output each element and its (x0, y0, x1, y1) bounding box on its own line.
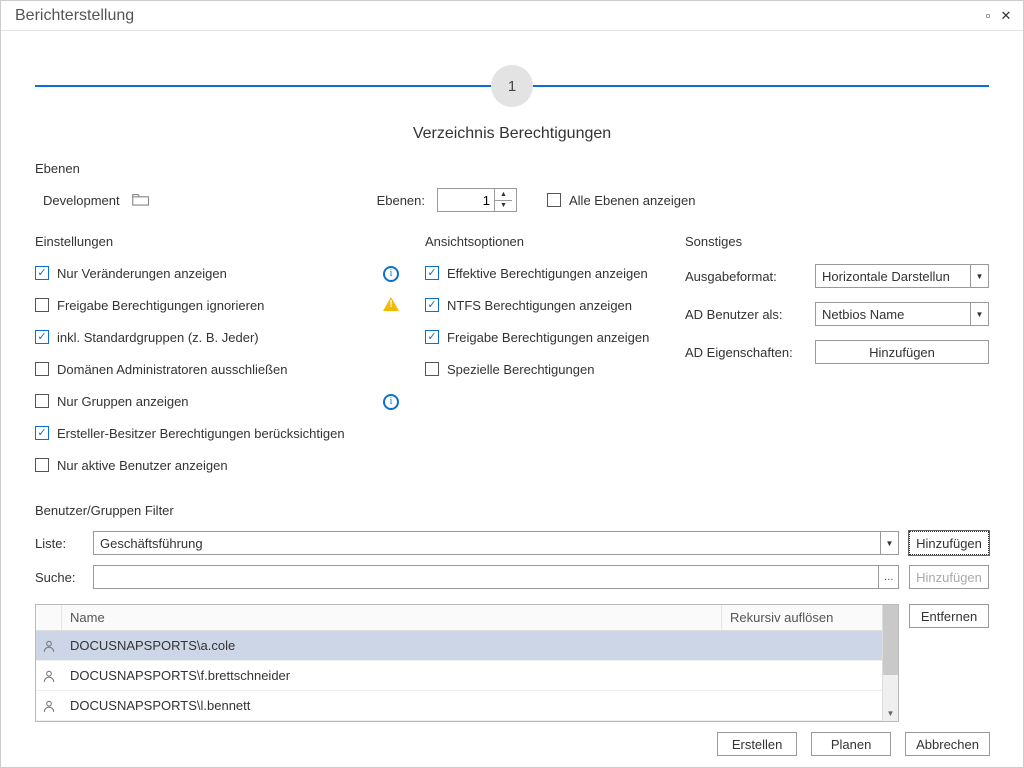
viewopt-label: Freigabe Berechtigungen anzeigen (447, 330, 649, 345)
checkbox-box[interactable] (425, 362, 439, 376)
warning-icon[interactable] (383, 297, 399, 311)
section-einstellungen-label: Einstellungen (35, 234, 425, 249)
checkbox-box[interactable] (35, 458, 49, 472)
section-filter-label: Benutzer/Gruppen Filter (35, 503, 989, 518)
filter-table: Name Rekursiv auflösen DOCUSNAPSPORTS\a.… (35, 604, 899, 722)
filter-search-input-wrap: … (93, 565, 899, 589)
show-all-levels-label: Alle Ebenen anzeigen (569, 193, 696, 208)
chevron-down-icon[interactable]: ▼ (970, 265, 988, 287)
scrollbar-thumb[interactable] (883, 605, 898, 675)
checkbox-box[interactable] (425, 298, 439, 312)
filter-list-add-button[interactable]: Hinzufügen (909, 531, 989, 555)
levels-label: Ebenen: (355, 193, 425, 208)
setting-label: Nur Veränderungen anzeigen (57, 266, 227, 281)
setting-checkbox[interactable]: Ersteller-Besitzer Berechtigungen berück… (35, 417, 425, 449)
row-name: DOCUSNAPSPORTS\f.brettschneider (62, 668, 722, 683)
setting-label: Freigabe Berechtigungen ignorieren (57, 298, 264, 313)
plan-button[interactable]: Planen (811, 732, 891, 756)
setting-label: Nur aktive Benutzer anzeigen (57, 458, 228, 473)
checkbox-box[interactable] (35, 394, 49, 408)
filter-remove-button[interactable]: Entfernen (909, 604, 989, 628)
path-text: Development (43, 193, 120, 208)
info-icon[interactable]: i (383, 394, 399, 410)
output-format-dropdown[interactable]: Horizontale Darstellun ▼ (815, 264, 989, 288)
table-header: Name Rekursiv auflösen (36, 605, 882, 631)
person-icon (36, 639, 62, 653)
section-ansicht-label: Ansichtsoptionen (425, 234, 685, 249)
table-row[interactable]: DOCUSNAPSPORTS\f.brettschneider (36, 661, 882, 691)
col-recursive-header[interactable]: Rekursiv auflösen (722, 605, 882, 630)
setting-checkbox[interactable]: Nur Veränderungen anzeigen i (35, 257, 425, 289)
cancel-button[interactable]: Abbrechen (905, 732, 990, 756)
filter-search-add-button: Hinzufügen (909, 565, 989, 589)
setting-checkbox[interactable]: Nur aktive Benutzer anzeigen (35, 449, 425, 481)
ad-user-dropdown[interactable]: Netbios Name ▼ (815, 302, 989, 326)
info-icon[interactable]: i (383, 266, 399, 282)
folder-icon[interactable] (132, 192, 150, 209)
spinner-up-icon[interactable]: ▲ (495, 189, 512, 201)
checkbox-box[interactable] (35, 362, 49, 376)
titlebar: Berichterstellung ▫ ✕ (1, 1, 1023, 31)
show-all-levels-checkbox[interactable]: Alle Ebenen anzeigen (547, 184, 696, 216)
ad-user-label: AD Benutzer als: (685, 307, 815, 322)
checkbox-box[interactable] (35, 330, 49, 344)
footer-buttons: Erstellen Planen Abbrechen (717, 732, 990, 756)
setting-checkbox[interactable]: inkl. Standardgruppen (z. B. Jeder) (35, 321, 425, 353)
viewopt-checkbox[interactable]: NTFS Berechtigungen anzeigen (425, 289, 685, 321)
levels-spinner[interactable]: ▲ ▼ (437, 188, 517, 212)
person-icon (36, 699, 62, 713)
spinner-down-icon[interactable]: ▼ (495, 201, 512, 212)
step-title: Verzeichnis Berechtigungen (35, 125, 989, 143)
col-name-header[interactable]: Name (62, 605, 722, 630)
viewopt-checkbox[interactable]: Freigabe Berechtigungen anzeigen (425, 321, 685, 353)
checkbox-box[interactable] (425, 330, 439, 344)
levels-input[interactable] (438, 189, 494, 211)
filter-list-dropdown[interactable]: Geschäftsführung ▼ (93, 531, 899, 555)
setting-checkbox[interactable]: Domänen Administratoren ausschließen (35, 353, 425, 385)
path-display: Development (35, 192, 355, 209)
filter-list-label: Liste: (35, 536, 83, 551)
wizard-step-indicator: 1 (35, 61, 989, 111)
output-format-label: Ausgabeformat: (685, 269, 815, 284)
filter-search-label: Suche: (35, 570, 83, 585)
section-ebenen-label: Ebenen (35, 161, 989, 176)
chevron-down-icon[interactable]: ▼ (880, 532, 898, 554)
person-icon (36, 669, 62, 683)
window-title: Berichterstellung (15, 7, 979, 25)
close-icon[interactable]: ✕ (997, 8, 1015, 24)
section-sonstiges-label: Sonstiges (685, 234, 989, 249)
row-name: DOCUSNAPSPORTS\l.bennett (62, 698, 722, 713)
scrollbar-down-icon[interactable]: ▼ (883, 705, 898, 721)
maximize-icon[interactable]: ▫ (979, 8, 997, 23)
step-number: 1 (491, 65, 533, 107)
viewopt-label: Spezielle Berechtigungen (447, 362, 594, 377)
browse-button[interactable]: … (878, 566, 898, 588)
ad-props-label: AD Eigenschaften: (685, 345, 815, 360)
viewopt-checkbox[interactable]: Effektive Berechtigungen anzeigen (425, 257, 685, 289)
setting-label: Domänen Administratoren ausschließen (57, 362, 288, 377)
chevron-down-icon[interactable]: ▼ (970, 303, 988, 325)
ad-props-add-button[interactable]: Hinzufügen (815, 340, 989, 364)
checkbox-box[interactable] (35, 266, 49, 280)
row-name: DOCUSNAPSPORTS\a.cole (62, 638, 722, 653)
viewopt-label: Effektive Berechtigungen anzeigen (447, 266, 648, 281)
setting-checkbox[interactable]: Nur Gruppen anzeigen i (35, 385, 425, 417)
create-button[interactable]: Erstellen (717, 732, 797, 756)
checkbox-box[interactable] (425, 266, 439, 280)
setting-label: Nur Gruppen anzeigen (57, 394, 189, 409)
setting-label: inkl. Standardgruppen (z. B. Jeder) (57, 330, 259, 345)
viewopt-label: NTFS Berechtigungen anzeigen (447, 298, 632, 313)
setting-checkbox[interactable]: Freigabe Berechtigungen ignorieren (35, 289, 425, 321)
table-row[interactable]: DOCUSNAPSPORTS\a.cole (36, 631, 882, 661)
setting-label: Ersteller-Besitzer Berechtigungen berück… (57, 426, 345, 441)
checkbox-box[interactable] (35, 426, 49, 440)
viewopt-checkbox[interactable]: Spezielle Berechtigungen (425, 353, 685, 385)
table-row[interactable]: DOCUSNAPSPORTS\l.bennett (36, 691, 882, 721)
scrollbar[interactable]: ▼ (882, 605, 898, 721)
checkbox-box[interactable] (35, 298, 49, 312)
filter-search-input[interactable] (94, 566, 878, 588)
